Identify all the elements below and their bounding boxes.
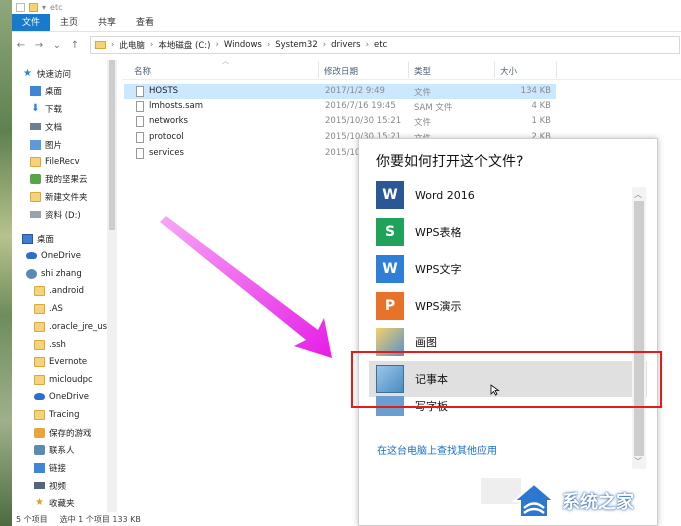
nav-scrollbar[interactable] (107, 60, 117, 512)
column-type[interactable]: 类型 (414, 65, 431, 77)
folder-icon (95, 41, 106, 49)
recent-chevron-icon[interactable]: ⌄ (50, 40, 64, 51)
star-icon: ★ (23, 67, 32, 79)
onedrive-icon (26, 252, 37, 259)
app-option-word[interactable]: W Word 2016 (369, 177, 647, 213)
dialog-scrollbar[interactable]: ︿ ﹀ (632, 187, 646, 469)
column-size[interactable]: 大小 (500, 65, 517, 77)
dialog-title: 你要如何打开这个文件? (376, 154, 524, 170)
window-title: etc (50, 2, 63, 12)
document-icon (30, 123, 41, 130)
dialog-scrollbar-thumb[interactable] (634, 201, 644, 456)
open-with-dialog: 你要如何打开这个文件? W Word 2016 S WPS表格 W WPS文字 … (358, 138, 658, 526)
favorites-icon: ★ (35, 496, 44, 508)
breadcrumb-c-drive[interactable]: 本地磁盘 (C:) (158, 39, 210, 51)
file-icon (136, 132, 144, 143)
desktop-wallpaper-strip (0, 0, 12, 526)
breadcrumb-system32[interactable]: System32 (275, 40, 318, 50)
download-icon: ⬇ (31, 102, 40, 114)
tab-home[interactable]: 主页 (50, 14, 88, 31)
dropdown-icon[interactable]: ▾ (42, 3, 46, 12)
folder-icon (34, 409, 45, 420)
scroll-down-icon[interactable]: ﹀ (634, 456, 642, 467)
back-arrow-icon[interactable]: ← (14, 40, 28, 51)
file-icon (136, 86, 144, 97)
forward-arrow-icon[interactable]: → (32, 40, 46, 51)
highlight-annotation-box (351, 351, 662, 408)
column-header-row: ︿ 名称 修改日期 类型 大小 (122, 57, 681, 80)
file-icon (136, 148, 144, 159)
address-bar[interactable]: › 此电脑 › 本地磁盘 (C:) › Windows › System32 ›… (90, 36, 680, 54)
ribbon: 文件 主页 共享 查看 (12, 14, 681, 32)
drive-icon (30, 211, 41, 218)
desktop-icon (22, 233, 33, 244)
folder-icon (34, 374, 45, 385)
watermark-text: 系统之家 (562, 492, 634, 513)
watermark: 系统之家 (512, 479, 678, 523)
folder-icon (30, 191, 41, 202)
folder-icon (34, 356, 45, 367)
nav-item-user[interactable]: shi zhang (26, 265, 120, 282)
nutstore-icon (30, 173, 41, 184)
folder-icon (34, 339, 45, 350)
app-option-wps-writer[interactable]: W WPS文字 (369, 251, 647, 287)
new-folder-icon[interactable] (29, 2, 38, 12)
breadcrumb-drivers[interactable]: drivers (331, 40, 360, 50)
saved-games-icon (34, 427, 45, 438)
breadcrumb-windows[interactable]: Windows (224, 40, 262, 50)
video-icon (34, 482, 45, 489)
wps-presentation-icon: P (376, 292, 404, 320)
breadcrumb-etc[interactable]: etc (374, 40, 387, 50)
title-bar: ▾ etc (12, 0, 681, 14)
file-row-networks[interactable]: networks 2015/10/30 15:21 文件 1 KB (124, 114, 556, 129)
file-icon (136, 116, 144, 127)
folder-icon (30, 156, 41, 167)
folder-icon (30, 85, 41, 96)
wps-writer-icon: W (376, 255, 404, 283)
folder-icon (34, 285, 45, 296)
file-icon (136, 101, 144, 112)
folder-icon (34, 303, 45, 314)
contacts-icon (34, 444, 45, 455)
links-icon (34, 462, 45, 473)
onedrive-icon (34, 393, 45, 400)
navigation-bar: ← → ⌄ ↑ › 此电脑 › 本地磁盘 (C:) › Windows › Sy… (12, 34, 681, 56)
tab-view[interactable]: 查看 (126, 14, 164, 31)
find-more-apps-link[interactable]: 在这台电脑上查找其他应用 (377, 442, 497, 457)
quick-access-icon[interactable] (16, 2, 25, 12)
nav-scrollbar-thumb[interactable] (109, 60, 115, 230)
status-item-count: 5 个项目 (16, 515, 48, 524)
house-logo-icon (512, 482, 556, 518)
file-row-lmhosts[interactable]: lmhosts.sam 2016/7/16 19:45 SAM 文件 4 KB (124, 99, 556, 114)
scroll-up-icon[interactable]: ︿ (634, 189, 642, 200)
tab-share[interactable]: 共享 (88, 14, 126, 31)
folder-icon (34, 321, 45, 332)
column-name[interactable]: 名称 (134, 65, 151, 77)
word-icon: W (376, 181, 404, 209)
mouse-cursor-icon (490, 384, 500, 396)
nav-item-onedrive[interactable]: OneDrive (26, 247, 120, 264)
navigation-pane: ★ 快速访问 桌面 ✱ ⬇ 下载 ✱ 文档 ✱ 图片 ✱ FileRecv 我的… (12, 60, 120, 512)
tab-file[interactable]: 文件 (12, 14, 51, 31)
up-arrow-icon[interactable]: ↑ (68, 40, 82, 51)
app-option-wps-presentation[interactable]: P WPS演示 (369, 288, 647, 324)
user-icon (26, 268, 37, 279)
app-option-wps-spreadsheet[interactable]: S WPS表格 (369, 214, 647, 250)
status-selection: 选中 1 个项目 133 KB (59, 515, 141, 524)
sort-ascending-icon: ︿ (222, 57, 229, 65)
file-row-hosts[interactable]: HOSTS 2017/1/2 9:49 文件 134 KB (124, 84, 556, 99)
column-date[interactable]: 修改日期 (324, 65, 358, 77)
wps-spreadsheet-icon: S (376, 218, 404, 246)
picture-icon (30, 139, 41, 150)
breadcrumb-this-pc[interactable]: 此电脑 (119, 39, 145, 51)
